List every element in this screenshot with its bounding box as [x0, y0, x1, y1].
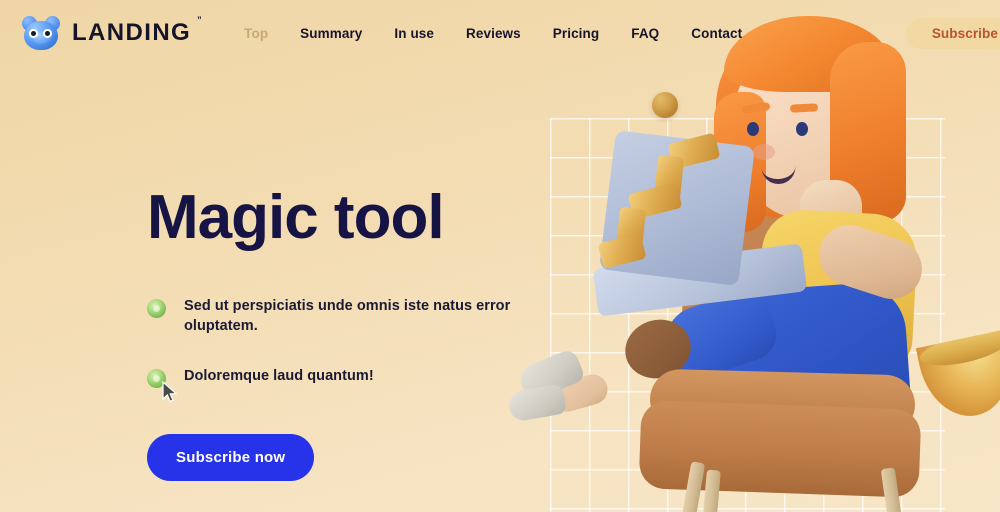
list-item-label: Doloremque laud quantum! — [184, 368, 374, 384]
main-navigation: Top Summary In use Reviews Pricing FAQ C… — [228, 26, 758, 41]
gold-sphere-decoration — [652, 92, 678, 118]
hero-illustration — [500, 0, 1000, 512]
nav-item-top[interactable]: Top — [228, 26, 284, 41]
subscribe-now-button[interactable]: Subscribe now — [147, 434, 315, 481]
nav-item-reviews[interactable]: Reviews — [450, 26, 537, 41]
brand-superscript: ” — [197, 15, 203, 25]
nav-item-summary[interactable]: Summary — [284, 26, 378, 41]
bear-eye-left — [29, 29, 38, 38]
nav-item-in-use[interactable]: In use — [378, 26, 450, 41]
mouse-cursor-icon — [162, 381, 178, 403]
character-eye-right — [796, 122, 808, 136]
bear-logo-icon — [22, 16, 60, 50]
page-title: Magic tool — [147, 183, 445, 252]
brand-name-text: LANDING — [72, 19, 192, 46]
list-item: Doloremque laud quantum! — [147, 366, 547, 388]
brand-name: LANDING ” — [72, 15, 202, 47]
hero-content: Magic tool Sed ut perspiciatis unde omni… — [147, 186, 547, 481]
character-nose — [753, 144, 775, 160]
character-eyebrow-right — [789, 103, 819, 113]
site-header: LANDING ” Top Summary In use Reviews Pri… — [0, 0, 1000, 66]
feature-list: Sed ut perspiciatis unde omnis iste natu… — [147, 296, 547, 388]
character-eye-left — [747, 122, 759, 136]
list-item-label: Sed ut perspiciatis unde omnis iste natu… — [184, 298, 511, 334]
list-item: Sed ut perspiciatis unde omnis iste natu… — [147, 296, 547, 336]
armchair-seat — [638, 400, 922, 498]
nav-item-faq[interactable]: FAQ — [615, 26, 675, 41]
nav-item-pricing[interactable]: Pricing — [537, 26, 615, 41]
nav-item-contact[interactable]: Contact — [675, 26, 758, 41]
brand-logo[interactable]: LANDING ” — [22, 15, 202, 50]
header-subscribe-button[interactable]: Subscribe — [905, 18, 1000, 49]
gold-ribbon-decoration — [597, 132, 721, 282]
bear-eye-right — [43, 29, 52, 38]
green-dot-icon — [147, 299, 166, 318]
